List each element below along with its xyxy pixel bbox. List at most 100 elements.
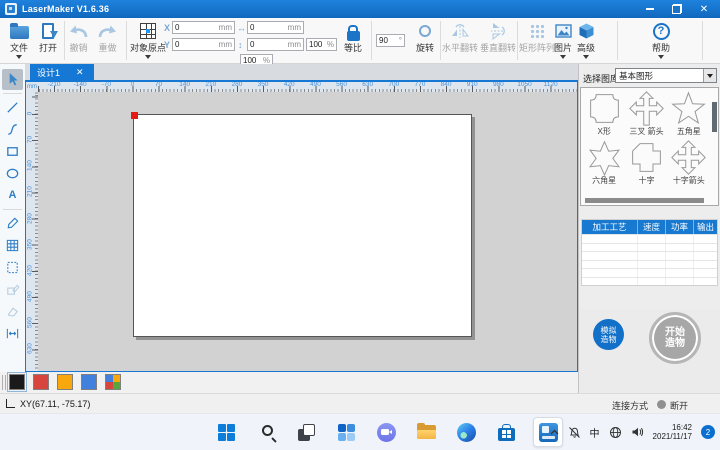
restore-button[interactable] [671,3,683,15]
node-edit-icon [5,282,20,297]
proportional-lock-button[interactable]: 等比 [338,19,368,63]
tool-dimension[interactable] [2,323,23,344]
store-button[interactable] [493,419,519,445]
shape-item[interactable]: 三叉 箭头 [625,90,667,137]
shape-icon [628,90,665,127]
library-select[interactable]: 基本图形 [615,68,717,83]
color-swatch[interactable] [81,374,97,390]
undo-button[interactable]: 撤销 [64,19,93,63]
origin-handle[interactable] [131,112,138,119]
taskbar-apps [213,414,563,450]
chat-button[interactable] [373,419,399,445]
width-field[interactable]: 0mm [247,21,304,34]
ruler-label: 490 [310,82,321,88]
work-page[interactable] [133,114,472,337]
tool-ellipse[interactable] [2,163,23,184]
tab-design1[interactable]: 设计1 ✕ [30,64,94,80]
tool-grid[interactable] [2,235,23,256]
x-field[interactable]: 0mm [172,21,235,34]
clock[interactable]: 16:42 2021/11/17 [653,423,692,442]
window-title: LaserMaker V1.6.36 [22,4,109,14]
shape-icon [586,90,623,127]
color-swatch[interactable] [33,374,49,390]
simulate-button[interactable]: 模拟 造物 [593,319,624,350]
chevron-down-icon [658,55,664,59]
edge-button[interactable] [453,419,479,445]
cursor-coordinates: XY(67.11, -75.17) [20,399,90,409]
rotate-button[interactable]: 旋转 [412,19,438,63]
connection-label: 连接方式 [612,399,648,412]
shape-label: 十字 [638,175,654,186]
advanced-button[interactable]: 高级 [573,19,599,63]
color-swatch[interactable] [105,374,121,390]
file-button[interactable]: 文件 [4,19,34,63]
rotate-circle-icon [419,25,431,37]
tool-curve[interactable] [2,119,23,140]
title-bar: LaserMaker V1.6.36 ✕ [0,0,720,18]
tool-text[interactable]: A [2,185,23,206]
color-swatch[interactable] [9,374,25,390]
flip-horizontal-button[interactable]: 水平翻转 [441,19,479,63]
shape-label: 十字箭头 [673,175,705,186]
task-view-button[interactable] [293,419,319,445]
redo-arrow-icon [97,24,118,39]
widgets-button[interactable] [333,419,359,445]
ime-indicator[interactable]: 中 [590,425,600,440]
toolbar-separator [702,21,703,60]
width-percent-field[interactable]: 100% [306,38,337,51]
height-field[interactable]: 0mm [247,38,304,51]
flip-vertical-button[interactable]: 垂直翻转 [479,19,517,63]
shape-icon [586,139,623,176]
design-canvas-region: mm -210-140-7007014021028035042049056063… [25,82,578,372]
tool-node-edit[interactable] [2,279,23,300]
object-origin-button[interactable]: 对象原点 [129,19,167,63]
tool-select[interactable] [2,69,23,90]
open-button[interactable]: 打开 [33,19,63,63]
ruler-label: 350 [27,237,34,251]
ruler-label: -70 [102,82,111,88]
file-explorer-button[interactable] [413,419,439,445]
start-button[interactable] [213,419,239,445]
tool-line[interactable] [2,97,23,118]
tray-expand-icon[interactable] [550,429,559,435]
palette-drag-handle[interactable] [2,375,6,390]
shape-item[interactable]: 十字 [625,139,667,186]
shape-item[interactable]: X形 [583,90,625,137]
tool-eraser[interactable] [2,301,23,322]
library-horizontal-scrollbar[interactable] [585,198,704,203]
axis-icon [6,399,15,408]
tool-rectangle[interactable] [2,141,23,162]
y-field[interactable]: 0mm [172,38,235,51]
redo-button[interactable]: 重做 [93,19,122,63]
ruler-label: 0 [131,82,135,88]
text-tool-icon: A [9,190,17,201]
rotate-angle-field[interactable]: 90° [376,34,405,47]
library-dropdown-button[interactable] [703,69,716,82]
notification-badge[interactable]: 2 [701,425,715,439]
color-swatch[interactable] [57,374,73,390]
tool-pencil[interactable] [2,213,23,234]
tab-close-icon[interactable]: ✕ [76,67,84,78]
shape-item[interactable]: 十字箭头 [668,139,710,186]
start-button[interactable]: 开始 造物 [649,312,701,364]
shape-icon [670,139,707,176]
minimize-button[interactable] [644,3,656,15]
ruler-label: 0 [27,107,34,121]
document-tab-bar: 设计1 ✕ [25,64,578,82]
close-button[interactable]: ✕ [698,3,710,15]
dimension-icon [5,326,20,341]
shape-label: X形 [597,126,610,137]
canvas-viewport[interactable] [38,92,577,371]
table-row [582,268,717,277]
height-icon: ↕ [238,41,243,50]
search-button[interactable] [253,419,279,445]
help-button[interactable]: ? 帮助 [643,19,679,63]
task-view-icon [298,424,315,441]
library-vertical-scrollbar[interactable] [712,102,717,132]
notification-muted-icon[interactable] [568,426,581,439]
tool-page-frame[interactable] [2,257,23,278]
shape-item[interactable]: 六角星 [583,139,625,186]
volume-icon[interactable] [631,426,644,438]
shape-item[interactable]: 五角星 [668,90,710,137]
network-icon[interactable] [609,426,622,439]
